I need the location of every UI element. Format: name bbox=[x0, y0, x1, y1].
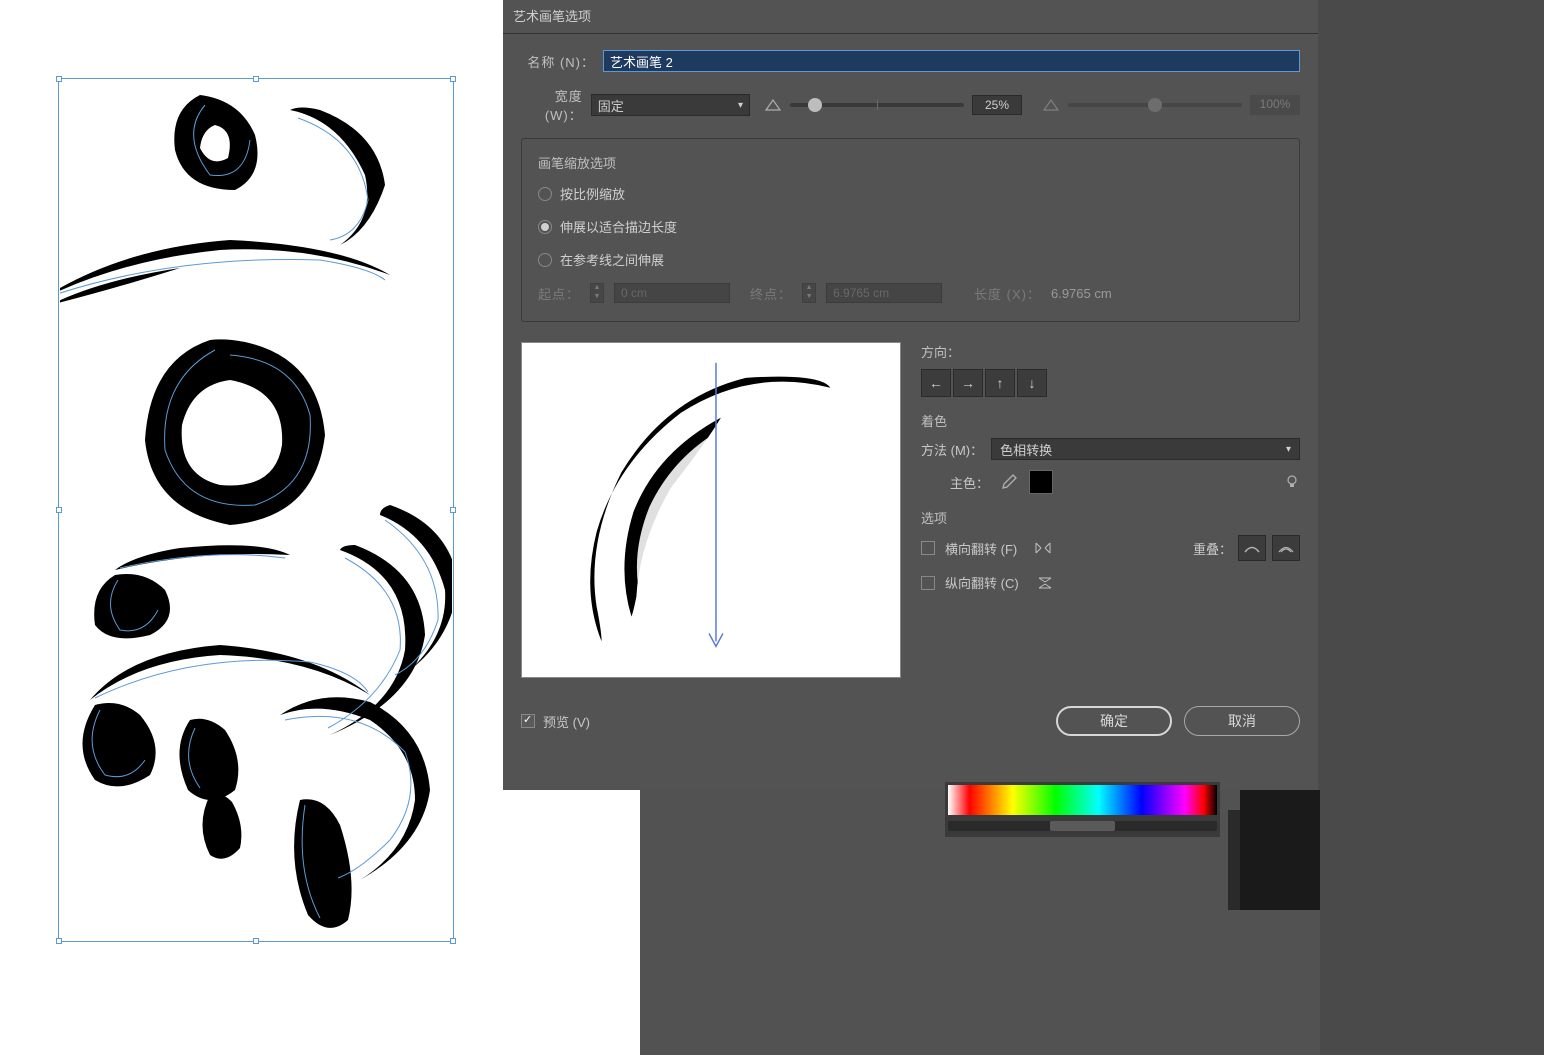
scale-group-title: 画笔缩放选项 bbox=[538, 153, 1283, 172]
overlap-label: 重叠： bbox=[1193, 539, 1232, 558]
artboard-selection[interactable] bbox=[60, 80, 452, 940]
spectrum-bar[interactable] bbox=[948, 785, 1217, 815]
brush-preview bbox=[521, 342, 901, 678]
keycolor-swatch[interactable] bbox=[1029, 470, 1053, 494]
chevron-down-icon: ▾ bbox=[738, 100, 743, 111]
width-slider-1[interactable] bbox=[790, 103, 964, 107]
width-slider-2 bbox=[1068, 103, 1242, 107]
width-label: 宽度 (W)： bbox=[521, 86, 583, 124]
end-label: 终点： bbox=[750, 284, 792, 303]
width-pct-2: 100% bbox=[1250, 95, 1300, 115]
scale-opt-proportional[interactable]: 按比例缩放 bbox=[538, 184, 1283, 203]
flip-v-icon bbox=[1035, 576, 1055, 590]
options-section: 选项 横向翻转 (F) 重叠： 纵向翻转 (C) bbox=[921, 508, 1300, 604]
name-label: 名称 (N)： bbox=[521, 52, 595, 71]
length-value: 6.9765 cm bbox=[1051, 286, 1112, 301]
direction-section: 方向： ← → ↑ ↓ bbox=[921, 342, 1300, 397]
method-label: 方法 (M)： bbox=[921, 440, 983, 459]
direction-left[interactable]: ← bbox=[921, 369, 951, 397]
name-input[interactable] bbox=[603, 50, 1300, 72]
preview-checkbox[interactable]: 预览 (V) bbox=[521, 712, 590, 731]
keycolor-label: 主色： bbox=[921, 473, 989, 492]
panel-scrollbar[interactable] bbox=[948, 821, 1217, 831]
colorize-label: 着色 bbox=[921, 411, 1300, 430]
direction-up[interactable]: ↑ bbox=[985, 369, 1015, 397]
width-pct-1[interactable]: 25% bbox=[972, 95, 1022, 115]
dialog-title: 艺术画笔选项 bbox=[503, 0, 1318, 34]
overlap-mode-1[interactable] bbox=[1238, 535, 1266, 561]
flip-v-checkbox[interactable] bbox=[921, 576, 935, 590]
side-panel-edge bbox=[1228, 810, 1240, 910]
brush-scale-group: 画笔缩放选项 按比例缩放 伸展以适合描边长度 在参考线之间伸展 起点： ▲▼ 0… bbox=[521, 138, 1300, 322]
scale-opt-stretch[interactable]: 伸展以适合描边长度 bbox=[538, 217, 1283, 236]
ok-button[interactable]: 确定 bbox=[1056, 706, 1172, 736]
length-label: 长度 (X)： bbox=[974, 284, 1041, 303]
flip-h-checkbox[interactable] bbox=[921, 541, 935, 555]
tips-icon[interactable] bbox=[1284, 474, 1300, 490]
cancel-button[interactable]: 取消 bbox=[1184, 706, 1300, 736]
flip-h-label: 横向翻转 (F) bbox=[945, 539, 1017, 558]
overlap-mode-2[interactable] bbox=[1272, 535, 1300, 561]
width-mode-select[interactable]: 固定▾ bbox=[591, 94, 750, 116]
end-input: 6.9765 cm bbox=[826, 283, 942, 303]
colorize-section: 着色 方法 (M)： 色相转换▾ 主色： bbox=[921, 411, 1300, 494]
start-label: 起点： bbox=[538, 284, 580, 303]
flip-v-label: 纵向翻转 (C) bbox=[945, 573, 1019, 592]
start-spinner: ▲▼ bbox=[590, 283, 604, 303]
direction-right[interactable]: → bbox=[953, 369, 983, 397]
method-select[interactable]: 色相转换▾ bbox=[991, 438, 1300, 460]
direction-down[interactable]: ↓ bbox=[1017, 369, 1047, 397]
options-label: 选项 bbox=[921, 508, 1300, 527]
calligraphy-artwork bbox=[60, 80, 452, 940]
end-spinner: ▲▼ bbox=[802, 283, 816, 303]
direction-label: 方向： bbox=[921, 342, 1300, 361]
art-brush-options-dialog: 艺术画笔选项 名称 (N)： 宽度 (W)： 固定▾ 25% 100% 画笔缩放… bbox=[503, 0, 1318, 790]
pressure-icon bbox=[764, 98, 782, 112]
color-spectrum-panel[interactable] bbox=[945, 782, 1220, 837]
side-panel-dark bbox=[1240, 790, 1320, 910]
scale-opt-guides[interactable]: 在参考线之间伸展 bbox=[538, 250, 1283, 269]
pressure-icon-2 bbox=[1042, 98, 1060, 112]
eyedropper-icon[interactable] bbox=[999, 472, 1019, 492]
flip-h-icon bbox=[1033, 541, 1053, 555]
start-input: 0 cm bbox=[614, 283, 730, 303]
chevron-down-icon: ▾ bbox=[1286, 444, 1291, 455]
